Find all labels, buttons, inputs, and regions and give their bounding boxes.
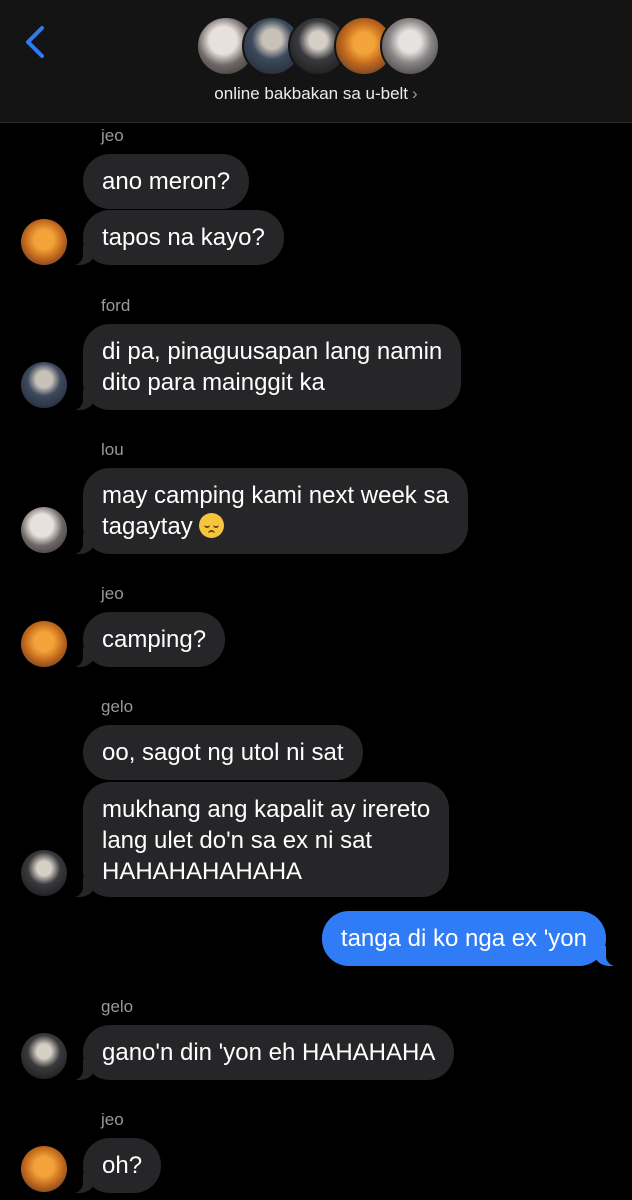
sender-name: jeo [101,584,124,603]
message-bubble[interactable]: camping? [72,612,226,667]
message-text: tapos na kayo? [102,224,265,251]
sender-name: gelo [101,997,134,1016]
chat-header: online bakbakan sa u-belt › [0,0,632,123]
message-text: HAHAHAHAHAHA [102,858,303,885]
avatar-lou[interactable] [21,507,67,553]
message-text: gano'n din 'yon eh HAHAHAHA [102,1039,436,1066]
message-text: ano meron? [102,168,231,195]
message-text: lang ulet do'n sa ex ni sat [102,827,373,854]
sender-name: ford [101,296,131,315]
avatar-ford[interactable] [21,362,67,408]
avatar-gelo[interactable] [21,850,67,896]
message-text: may camping kami next week sa [102,482,449,509]
message-bubble[interactable]: di pa, pinaguusapan lang namin dito para… [72,324,462,410]
message-text: oh? [102,1152,143,1179]
message-text: tagaytay [102,513,193,540]
message-text: mukhang ang kapalit ay irereto [102,796,431,823]
outgoing-message-bubble[interactable]: tanga di ko nga ex 'yon [321,911,617,966]
message-text: dito para mainggit ka [102,369,325,396]
sender-name: gelo [101,697,134,716]
message-text: tanga di ko nga ex 'yon [340,925,587,952]
group-name-button[interactable]: online bakbakan sa u-belt › [0,84,632,104]
message-bubble[interactable]: tapos na kayo? [73,210,284,265]
sender-name: lou [101,440,124,459]
back-button[interactable] [18,20,58,64]
message-text: di pa, pinaguusapan lang namin [102,338,443,365]
avatar-jeo[interactable] [21,621,67,667]
group-name: online bakbakan sa u-belt [214,84,409,103]
group-avatar-5 [380,16,440,76]
message-bubble[interactable]: gano'n din 'yon eh HAHAHAHA [72,1025,455,1080]
sender-name: jeo [101,1110,124,1129]
message-bubble[interactable]: mukhang ang kapalit ay irereto lang ulet… [72,782,450,897]
group-avatars[interactable] [196,16,440,78]
message-text: camping? [102,626,207,653]
chevron-right-icon: › [412,84,418,103]
message-bubble[interactable]: oo, sagot ng utol ni sat [83,725,363,780]
message-bubble[interactable]: oh? [72,1138,162,1193]
avatar-gelo[interactable] [21,1033,67,1079]
sender-name: jeo [101,126,124,145]
pensive-face-emoji [198,513,224,538]
message-text: oo, sagot ng utol ni sat [102,739,344,766]
chevron-left-icon [26,26,44,58]
avatar-jeo[interactable] [21,1146,67,1192]
message-bubble[interactable]: may camping kami next week sa tagaytay [73,468,468,554]
avatar-jeo[interactable] [21,219,67,265]
message-bubble[interactable]: ano meron? [83,154,250,209]
